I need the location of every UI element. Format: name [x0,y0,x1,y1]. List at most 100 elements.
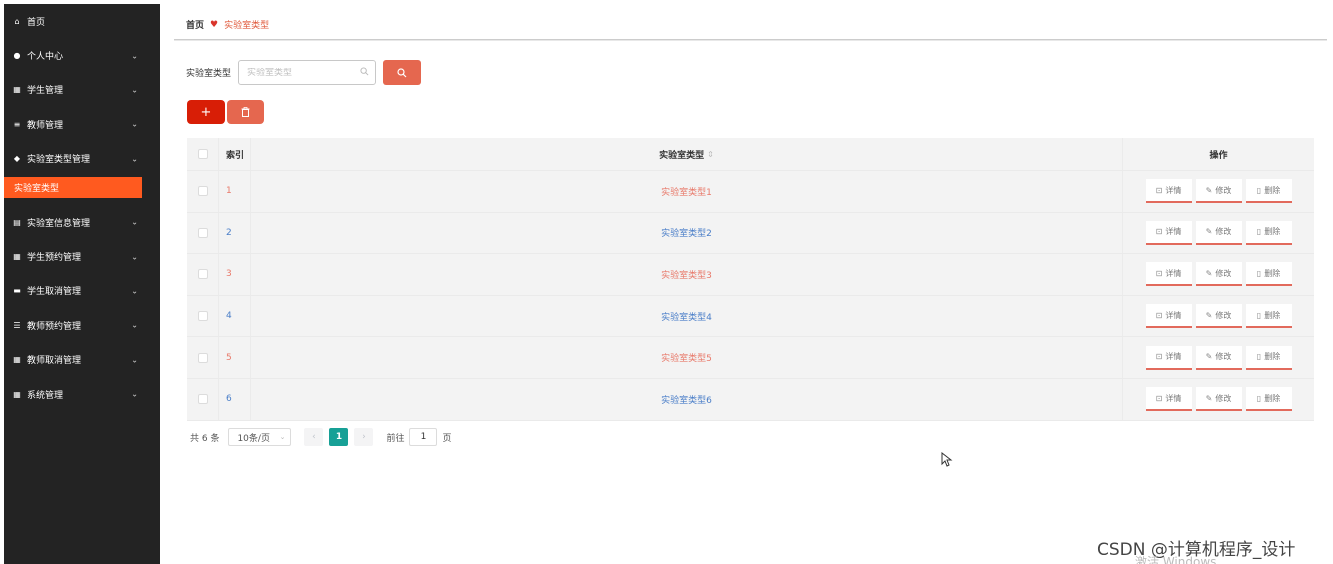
edit-button[interactable]: ✎ 修改 [1195,387,1242,412]
next-page-button[interactable]: › [354,428,374,446]
edit-label: 修改 [1215,393,1232,403]
select-all-checkbox[interactable] [197,149,208,159]
detail-button[interactable]: ⊡ 详情 [1145,179,1192,204]
sidebar-item[interactable]: ▦ 学生管理 ⌄ [4,73,160,107]
row-checkbox-cell [187,212,219,254]
header-ops-label: 操作 [1209,150,1228,161]
pagination: 共 6 条 10条/页 ⌄ ‹ 1 › 前往 1 页 [190,428,451,446]
sidebar-item[interactable]: ▦ 教师取消管理 ⌄ [4,343,160,377]
row-type: 实验室类型5 [251,337,1123,378]
search-button[interactable] [383,60,422,85]
chevron-down-icon: ⌄ [131,51,138,61]
row-actions: ⊡ 详情 ✎ 修改 ▯ 删除 [1123,379,1314,420]
sidebar-item-label: 学生管理 [27,86,64,97]
search-field[interactable] [238,60,377,85]
data-table: 索引 实验室类型 ⇕ 操作 1 实验室类型1 ⊡ 详情 ✎ 修改 ▯ 删除 2 实验室类型2 ⊡ 详情 ✎… [187,138,1314,421]
row-index-value: 3 [226,269,232,280]
detail-button[interactable]: ⊡ 详情 [1145,304,1192,329]
sidebar: ⌂ 首页 ● 个人中心 ⌄ ▦ 学生管理 ⌄ ≡ 教师管理 ⌄ ◆ 实验室类型管理 ⌄ 实验室类型 ▤ 实验室信… [4,4,160,564]
edit-button[interactable]: ✎ 修改 [1195,345,1242,370]
search-label: 实验室类型 [186,69,232,79]
action-row: + [187,100,264,124]
delete-button[interactable]: ▯ 删除 [1245,220,1292,245]
page-size-select[interactable]: 10条/页 ⌄ [228,428,292,446]
chevron-down-icon: ⌄ [131,119,138,129]
table-row: 6 实验室类型6 ⊡ 详情 ✎ 修改 ▯ 删除 [187,378,1314,421]
header-index-label: 索引 [226,150,245,161]
delete-button[interactable]: ▯ 删除 [1245,387,1292,412]
sort-icon[interactable]: ⇕ [707,150,714,159]
table-icon: ▤ [13,217,21,227]
edit-button[interactable]: ✎ 修改 [1195,220,1242,245]
prev-page-button[interactable]: ‹ [304,428,324,446]
sidebar-subitem-active[interactable]: 实验室类型 [4,176,142,198]
row-checkbox[interactable] [197,311,208,322]
sidebar-item[interactable]: ◆ 实验室类型管理 ⌄ [4,142,160,176]
detail-button[interactable]: ⊡ 详情 [1145,387,1192,412]
delete-button[interactable]: ▯ 删除 [1245,262,1292,287]
detail-button[interactable]: ⊡ 详情 [1145,220,1192,245]
row-checkbox[interactable] [197,227,208,238]
trash-icon: ▯ [1256,185,1262,195]
row-checkbox[interactable] [197,269,208,280]
sidebar-item[interactable]: ▦ 系统管理 ⌄ [4,377,160,411]
sidebar-item-label: 实验室类型管理 [27,155,91,166]
edit-icon: ✎ [1205,352,1213,362]
batch-delete-button[interactable] [227,100,264,124]
sidebar-item[interactable]: ▦ 学生预约管理 ⌄ [4,239,160,273]
chevron-down-icon: ⌄ [279,433,286,441]
delete-button[interactable]: ▯ 删除 [1245,304,1292,329]
chevron-down-icon: ⌄ [131,320,138,330]
row-index-value: 5 [226,352,232,363]
chevron-down-icon: ⌄ [131,286,138,296]
sidebar-item[interactable]: ⌂ 首页 [4,4,160,38]
sidebar-item-label: 教师预约管理 [27,321,82,332]
info-icon: ⊡ [1155,227,1163,237]
table-row: 1 实验室类型1 ⊡ 详情 ✎ 修改 ▯ 删除 [187,171,1314,213]
sliders-icon: ☰ [13,320,21,330]
delete-button[interactable]: ▯ 删除 [1245,345,1292,370]
row-checkbox[interactable] [197,186,208,197]
edit-button[interactable]: ✎ 修改 [1195,304,1242,329]
sidebar-item[interactable]: ● 个人中心 ⌄ [4,38,160,72]
breadcrumb: 首页 ♥ 实验室类型 [186,18,269,32]
header-type[interactable]: 实验室类型 ⇕ [251,138,1123,170]
search-row: 实验室类型 [186,60,422,85]
row-index-value: 6 [226,394,232,405]
delete-button[interactable]: ▯ 删除 [1245,179,1292,204]
sidebar-item-label: 个人中心 [27,52,64,63]
edit-button[interactable]: ✎ 修改 [1195,179,1242,204]
detail-button[interactable]: ⊡ 详情 [1145,345,1192,370]
grid-icon: ▦ [13,389,21,399]
info-icon: ⊡ [1155,268,1163,278]
windows-activation-text: 激活 Windows [1135,555,1217,564]
sidebar-item[interactable]: ▤ 实验室信息管理 ⌄ [4,205,160,239]
row-type-value: 实验室类型4 [661,312,712,323]
header-ops: 操作 [1123,138,1314,170]
row-checkbox[interactable] [197,352,208,363]
breadcrumb-home[interactable]: 首页 [186,18,204,31]
sidebar-item[interactable]: ☰ 教师预约管理 ⌄ [4,308,160,342]
chevron-down-icon: ⌄ [131,389,138,399]
trash-icon: ▯ [1256,393,1262,403]
detail-button[interactable]: ⊡ 详情 [1145,262,1192,287]
edit-button[interactable]: ✎ 修改 [1195,262,1242,287]
info-icon: ⊡ [1155,352,1163,362]
row-type-value: 实验室类型6 [661,395,712,406]
add-button[interactable]: + [187,100,225,124]
table-body: 1 实验室类型1 ⊡ 详情 ✎ 修改 ▯ 删除 2 实验室类型2 ⊡ 详情 ✎ 修改 ▯ 删除 3 实验室类型3 ⊡… [187,171,1314,421]
page-number-button[interactable]: 1 [329,428,349,446]
table-row: 5 实验室类型5 ⊡ 详情 ✎ 修改 ▯ 删除 [187,337,1314,379]
trash-icon: ▯ [1256,268,1262,278]
ticket-icon: ▬ [13,286,21,296]
sidebar-item[interactable]: ▬ 学生取消管理 ⌄ [4,274,160,308]
row-index: 4 [219,295,251,337]
sidebar-item[interactable]: ≡ 教师管理 ⌄ [4,107,160,141]
search-input[interactable] [247,67,358,78]
goto-page-input[interactable]: 1 [409,428,438,446]
row-checkbox[interactable] [197,394,208,405]
sidebar-item-label: 学生预约管理 [27,253,82,264]
row-type: 实验室类型1 [251,171,1123,212]
row-index-value: 2 [226,227,232,238]
row-actions: ⊡ 详情 ✎ 修改 ▯ 删除 [1123,171,1314,212]
